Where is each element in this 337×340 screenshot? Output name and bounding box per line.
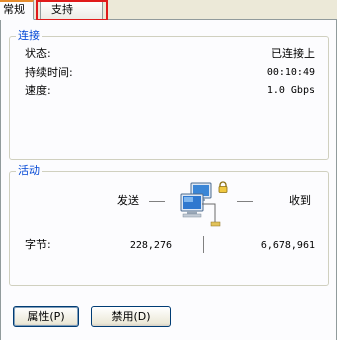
activity-divider (203, 236, 204, 253)
activity-group-title: 活动 (16, 164, 42, 177)
speed-value: 1.0 Gbps (266, 85, 315, 96)
sent-label: 发送 (117, 194, 139, 207)
received-label: 收到 (289, 194, 311, 207)
status-value: 已连接上 (271, 47, 315, 60)
bytes-sent-value: 228,276 (129, 240, 172, 251)
bytes-label: 字节: (25, 238, 51, 251)
lock-icon (217, 181, 229, 193)
properties-button-label: 属性(P) (27, 310, 65, 323)
activity-group (9, 171, 329, 286)
sent-dash (149, 201, 165, 202)
connection-group-title: 连接 (16, 29, 42, 42)
speed-label: 速度: (25, 84, 51, 97)
status-label: 状态: (25, 47, 51, 60)
bytes-received-value: 6,678,961 (260, 240, 315, 251)
duration-label: 持续时间: (25, 66, 73, 79)
received-dash (237, 201, 253, 202)
duration-value: 00:10:49 (266, 67, 315, 78)
properties-button[interactable]: 属性(P) (13, 306, 79, 327)
disable-button[interactable]: 禁用(D) (91, 306, 171, 327)
annotation-highlight-box (36, 0, 108, 21)
tab-general[interactable]: 常规 (0, 0, 34, 20)
tab-general-label: 常规 (3, 3, 25, 16)
disable-button-label: 禁用(D) (111, 310, 151, 323)
